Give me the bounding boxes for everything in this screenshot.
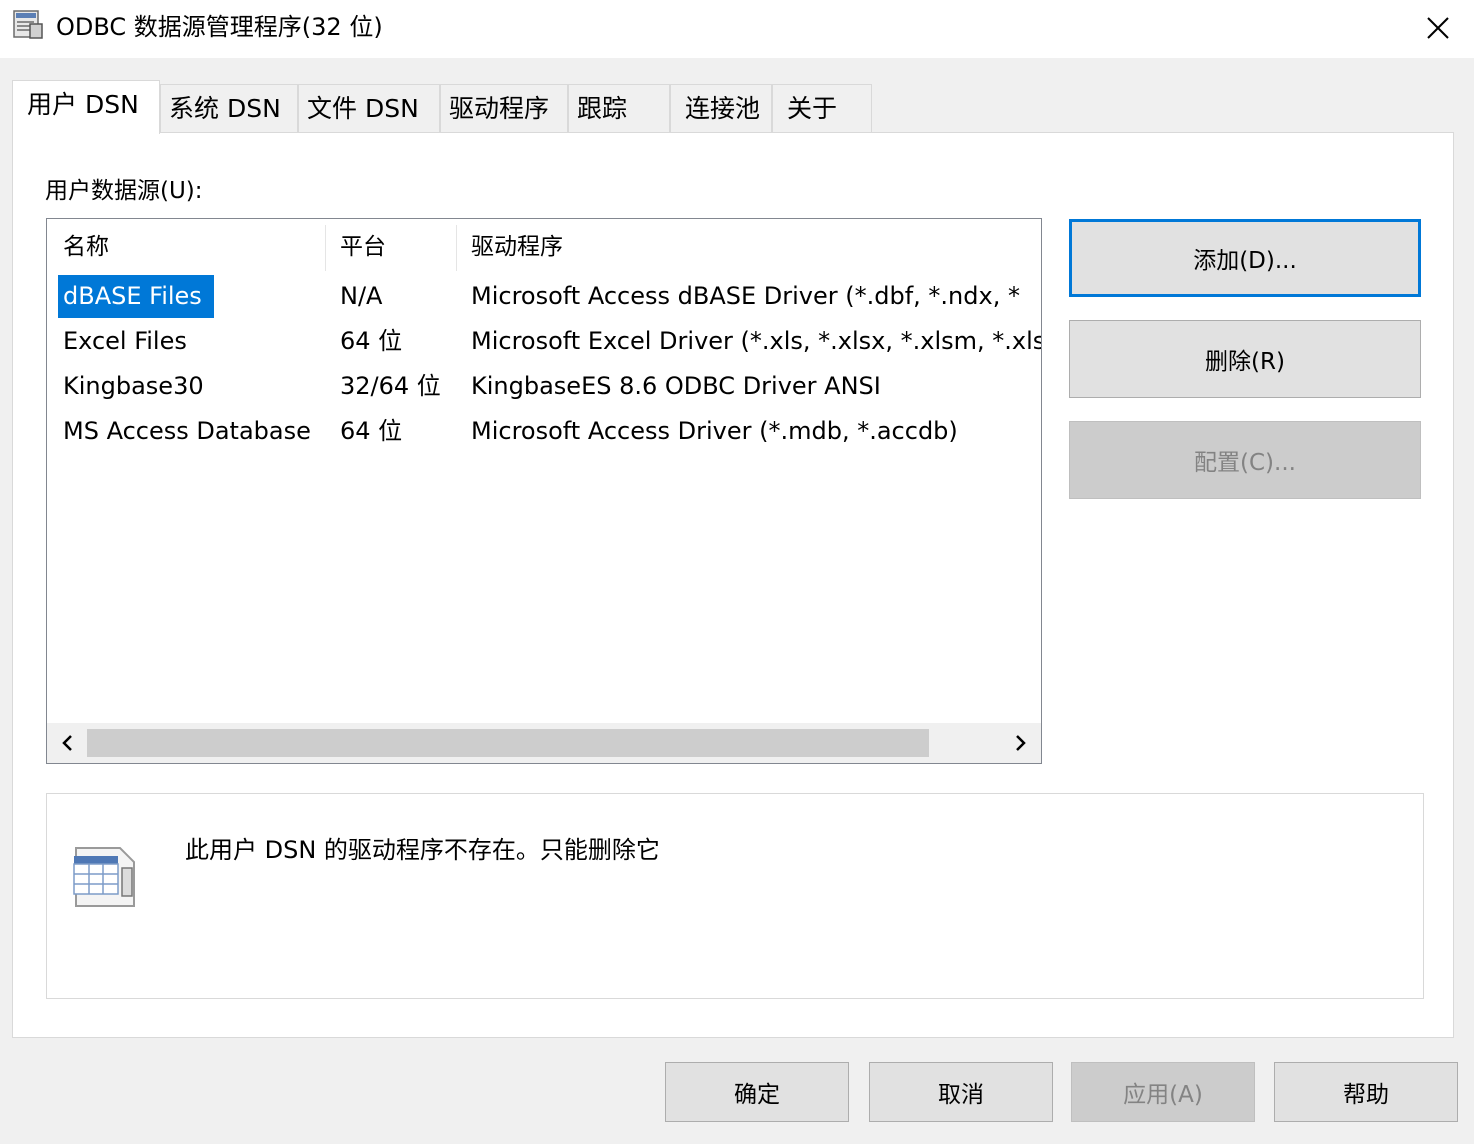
column-header-platform[interactable]: 平台: [340, 219, 386, 273]
close-button[interactable]: [1402, 0, 1474, 56]
tab-tracing[interactable]: 跟踪: [568, 84, 670, 132]
row-driver: KingbaseES 8.6 ODBC Driver ANSI: [471, 372, 881, 400]
column-divider[interactable]: [456, 225, 457, 271]
tab-file-dsn[interactable]: 文件 DSN: [298, 84, 440, 132]
chevron-right-icon: [1016, 735, 1026, 751]
column-header-name[interactable]: 名称: [63, 219, 109, 273]
odbc-datasource-icon: [73, 847, 135, 907]
remove-button[interactable]: 删除(R): [1069, 320, 1421, 398]
user-datasources-label: 用户数据源(U):: [45, 178, 203, 204]
odbc-app-icon: [13, 10, 43, 39]
scroll-right-button[interactable]: [1001, 723, 1041, 763]
info-message: 此用户 DSN 的驱动程序不存在。只能删除它: [185, 836, 660, 864]
row-driver: Microsoft Excel Driver (*.xls, *.xlsx, *…: [471, 327, 1042, 355]
table-row[interactable]: MS Access Database 64 位 Microsoft Access…: [47, 409, 1041, 454]
close-icon: [1427, 17, 1449, 39]
row-driver: Microsoft Access dBASE Driver (*.dbf, *.…: [471, 282, 1020, 310]
chevron-left-icon: [62, 735, 72, 751]
tab-drivers[interactable]: 驱动程序: [440, 84, 568, 132]
scroll-left-button[interactable]: [47, 723, 87, 763]
row-platform: 64 位: [340, 417, 403, 445]
dsn-list[interactable]: 名称 平台 驱动程序 dBASE Files N/A Microsoft Acc…: [46, 218, 1042, 764]
tab-system-dsn[interactable]: 系统 DSN: [160, 84, 298, 132]
ok-button[interactable]: 确定: [665, 1062, 849, 1122]
tab-connection-pooling[interactable]: 连接池: [670, 84, 772, 132]
column-header-driver[interactable]: 驱动程序: [471, 219, 563, 273]
column-divider[interactable]: [325, 225, 326, 271]
row-platform: 64 位: [340, 327, 403, 355]
help-button[interactable]: 帮助: [1274, 1062, 1458, 1122]
title-bar: ODBC 数据源管理程序(32 位): [0, 0, 1474, 58]
table-row[interactable]: dBASE Files N/A Microsoft Access dBASE D…: [47, 274, 1041, 319]
configure-button[interactable]: 配置(C)...: [1069, 421, 1421, 499]
row-name: MS Access Database: [63, 417, 311, 445]
row-platform: 32/64 位: [340, 372, 441, 400]
horizontal-scrollbar[interactable]: [47, 723, 1041, 763]
scrollbar-thumb[interactable]: [87, 729, 929, 757]
tab-about[interactable]: 关于: [772, 84, 872, 132]
table-row[interactable]: Kingbase30 32/64 位 KingbaseES 8.6 ODBC D…: [47, 364, 1041, 409]
window-title: ODBC 数据源管理程序(32 位): [56, 13, 383, 41]
row-name: Kingbase30: [63, 372, 204, 400]
row-name: Excel Files: [63, 327, 187, 355]
row-driver: Microsoft Access Driver (*.mdb, *.accdb): [471, 417, 958, 445]
apply-button[interactable]: 应用(A): [1071, 1062, 1255, 1122]
tab-user-dsn[interactable]: 用户 DSN: [12, 80, 160, 134]
add-button[interactable]: 添加(D)...: [1069, 219, 1421, 297]
row-name: dBASE Files: [58, 275, 214, 318]
user-dsn-panel: 用户数据源(U): 名称 平台 驱动程序 dBASE Files N/A Mic…: [12, 132, 1454, 1038]
info-box: 此用户 DSN 的驱动程序不存在。只能删除它: [46, 793, 1424, 999]
table-row[interactable]: Excel Files 64 位 Microsoft Excel Driver …: [47, 319, 1041, 364]
row-platform: N/A: [340, 282, 383, 310]
cancel-button[interactable]: 取消: [869, 1062, 1053, 1122]
